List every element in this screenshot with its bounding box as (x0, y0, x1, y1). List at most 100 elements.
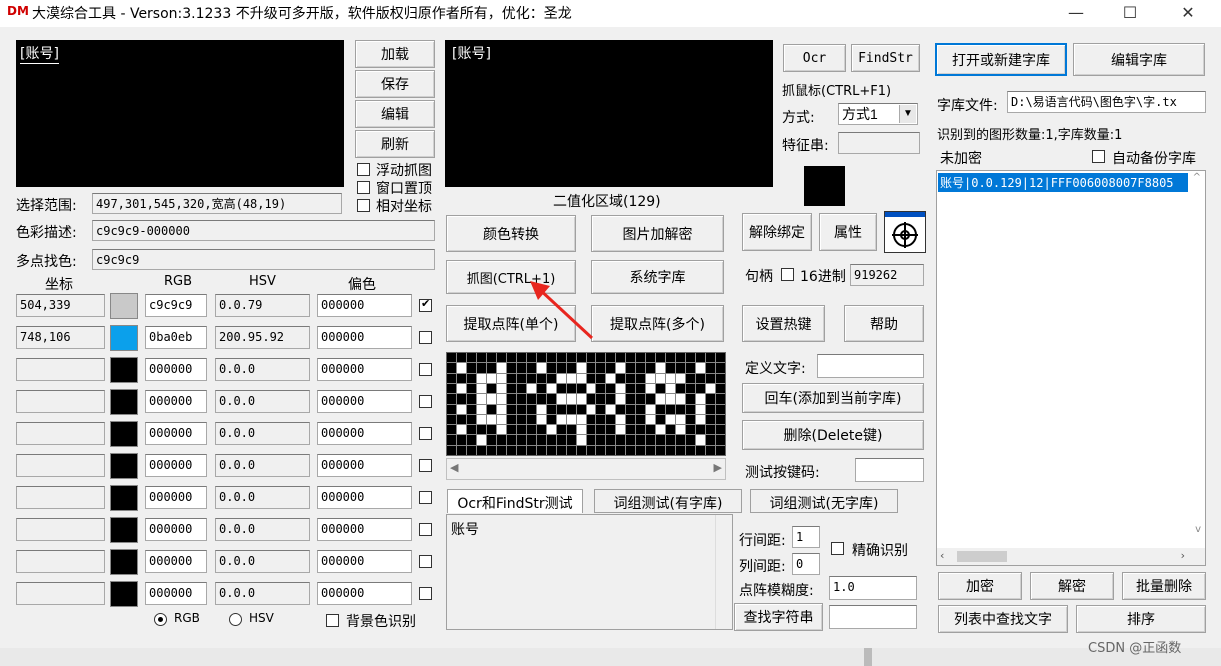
dot-cell[interactable] (506, 425, 516, 435)
dot-cell[interactable] (676, 363, 686, 373)
dot-cell[interactable] (566, 383, 576, 394)
dot-cell[interactable] (496, 445, 506, 455)
dot-cell[interactable] (447, 383, 456, 394)
properties-button[interactable]: 属性 (819, 213, 877, 251)
dot-cell[interactable] (636, 394, 646, 404)
dot-cell[interactable] (466, 425, 476, 435)
dot-cell[interactable] (596, 373, 606, 383)
dot-cell[interactable] (616, 445, 626, 455)
hsv-field[interactable]: 0.0.0 (215, 518, 310, 541)
chevron-down-icon[interactable]: ▼ (899, 105, 916, 123)
coord-field[interactable]: 748,106 (16, 326, 105, 349)
dot-cell[interactable] (696, 414, 706, 425)
dot-cell[interactable] (686, 435, 696, 445)
coord-field[interactable] (16, 518, 105, 541)
dot-cell[interactable] (716, 445, 725, 455)
dot-cell[interactable] (656, 414, 666, 425)
dot-cell[interactable] (656, 383, 666, 394)
batch-delete-button[interactable]: 批量删除 (1122, 572, 1206, 600)
dot-cell[interactable] (616, 353, 626, 363)
dot-cell[interactable] (466, 353, 476, 363)
dot-cell[interactable] (686, 353, 696, 363)
dot-cell[interactable] (546, 363, 556, 373)
dot-cell[interactable] (696, 435, 706, 445)
dot-cell[interactable] (646, 414, 656, 425)
auto-backup-checkbox[interactable] (1092, 150, 1105, 163)
dot-cell[interactable] (686, 394, 696, 404)
dot-cell[interactable] (506, 353, 516, 363)
edit-library-button[interactable]: 编辑字库 (1073, 43, 1205, 76)
tab-phrase-without-lib[interactable]: 词组测试(无字库) (750, 489, 898, 513)
dot-cell[interactable] (546, 394, 556, 404)
dot-cell[interactable] (666, 404, 676, 414)
dot-cell[interactable] (566, 363, 576, 373)
dot-cell[interactable] (496, 414, 506, 425)
row-enable-checkbox[interactable] (419, 555, 432, 568)
dot-cell[interactable] (556, 373, 566, 383)
dot-cell[interactable] (576, 435, 586, 445)
dot-cell[interactable] (536, 353, 546, 363)
dot-cell[interactable] (526, 425, 536, 435)
dot-cell[interactable] (636, 445, 646, 455)
dot-cell[interactable] (696, 445, 706, 455)
dot-cell[interactable] (536, 383, 546, 394)
hsv-field[interactable]: 0.0.0 (215, 550, 310, 573)
dot-cell[interactable] (626, 425, 636, 435)
topmost-checkbox[interactable] (357, 181, 370, 194)
mode-select[interactable]: 方式1 ▼ (838, 103, 918, 125)
dot-cell[interactable] (546, 404, 556, 414)
dot-cell[interactable] (666, 383, 676, 394)
dot-cell[interactable] (586, 435, 596, 445)
dot-cell[interactable] (496, 404, 506, 414)
dot-cell[interactable] (616, 394, 626, 404)
dot-cell[interactable] (676, 445, 686, 455)
dot-cell[interactable] (506, 404, 516, 414)
dot-cell[interactable] (456, 373, 466, 383)
dot-cell[interactable] (546, 435, 556, 445)
dot-cell[interactable] (536, 414, 546, 425)
dot-cell[interactable] (686, 363, 696, 373)
dot-cell[interactable] (646, 404, 656, 414)
dot-cell[interactable] (536, 425, 546, 435)
dot-cell[interactable] (456, 394, 466, 404)
dot-cell[interactable] (606, 435, 616, 445)
offset-field[interactable]: 000000 (317, 326, 412, 349)
dot-cell[interactable] (506, 373, 516, 383)
dot-cell[interactable] (606, 363, 616, 373)
dot-cell[interactable] (706, 414, 716, 425)
binarize-preview[interactable]: [账号] (445, 40, 773, 187)
col-gap-input[interactable]: 0 (792, 553, 820, 575)
dot-cell[interactable] (546, 414, 556, 425)
dot-cell[interactable] (626, 404, 636, 414)
dot-cell[interactable] (596, 414, 606, 425)
dot-cell[interactable] (476, 404, 486, 414)
dot-cell[interactable] (676, 414, 686, 425)
dot-cell[interactable] (486, 404, 496, 414)
dot-cell[interactable] (666, 363, 676, 373)
dot-cell[interactable] (686, 414, 696, 425)
list-item[interactable]: 账号|0.0.129|12|FFF006008007F8805 (938, 173, 1188, 192)
dot-cell[interactable] (716, 414, 725, 425)
row-enable-checkbox[interactable] (419, 459, 432, 472)
dot-cell[interactable] (476, 425, 486, 435)
dot-cell[interactable] (606, 425, 616, 435)
load-button[interactable]: 加载 (355, 40, 435, 68)
dot-cell[interactable] (447, 445, 456, 455)
dot-cell[interactable] (606, 383, 616, 394)
dot-cell[interactable] (696, 363, 706, 373)
dot-cell[interactable] (716, 394, 725, 404)
dot-cell[interactable] (716, 383, 725, 394)
dot-cell[interactable] (456, 435, 466, 445)
dot-cell[interactable] (476, 445, 486, 455)
rgb-field[interactable]: 000000 (145, 422, 207, 445)
sort-button[interactable]: 排序 (1076, 605, 1206, 633)
dot-cell[interactable] (576, 394, 586, 404)
dot-cell[interactable] (716, 373, 725, 383)
dot-cell[interactable] (626, 363, 636, 373)
dot-cell[interactable] (546, 425, 556, 435)
dot-cell[interactable] (666, 414, 676, 425)
dot-cell[interactable] (576, 353, 586, 363)
coord-field[interactable] (16, 582, 105, 605)
dot-cell[interactable] (676, 353, 686, 363)
dot-cell[interactable] (496, 383, 506, 394)
